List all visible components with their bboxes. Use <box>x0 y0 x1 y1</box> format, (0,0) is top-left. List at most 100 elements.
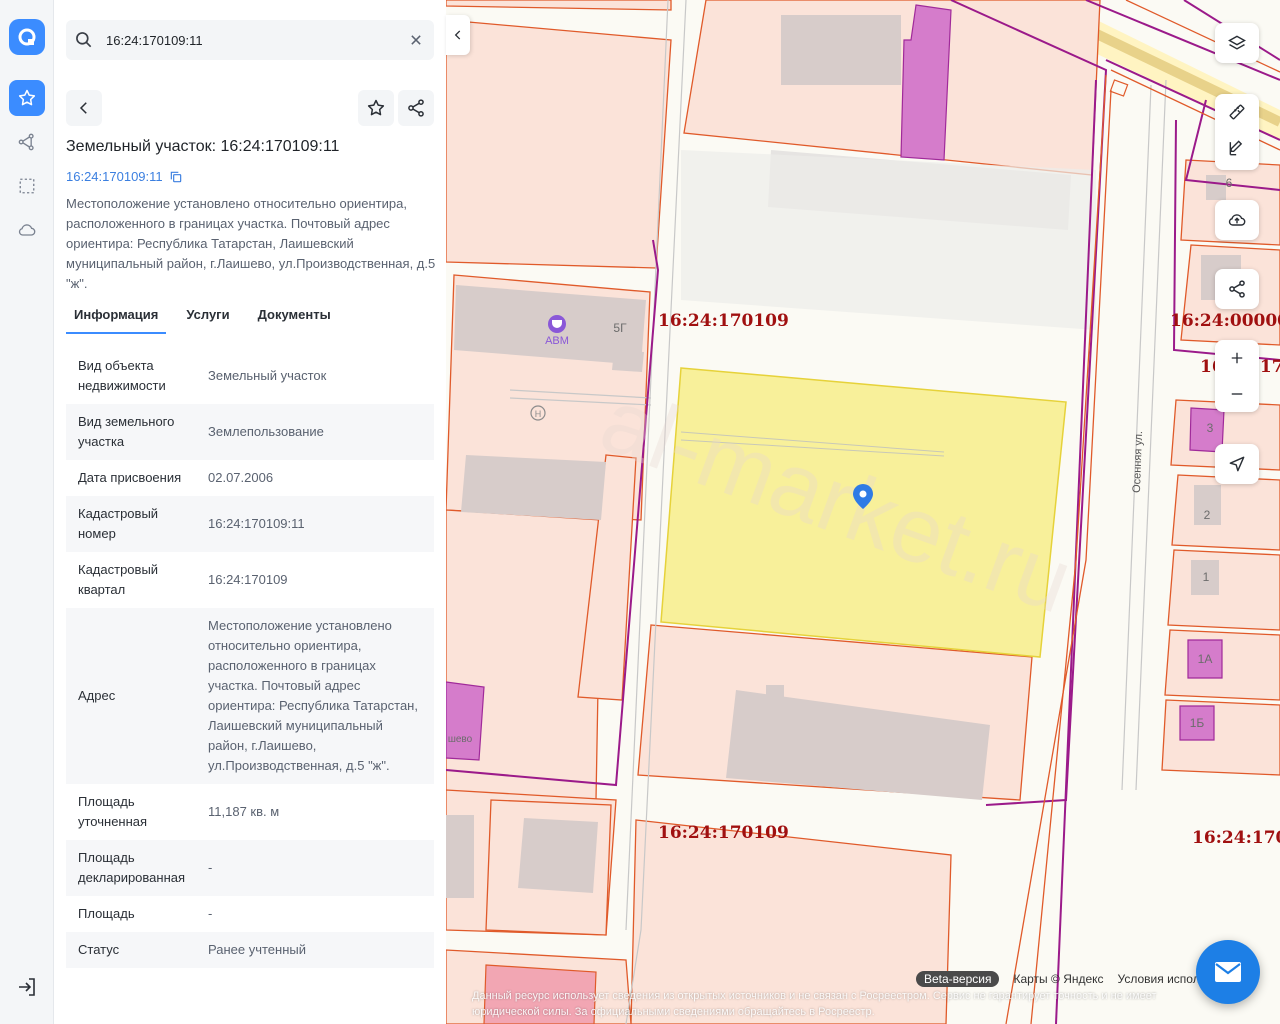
table-row: Статус Ранее учтенный <box>66 932 434 968</box>
row-key: Вид земельного участка <box>78 414 175 449</box>
row-value: 16:24:170109 <box>208 572 288 587</box>
street-label: Осенняя ул. <box>1131 431 1145 493</box>
search-input[interactable] <box>106 32 396 48</box>
map-share-button[interactable] <box>1215 269 1259 309</box>
zoom-group <box>1215 340 1259 412</box>
favorites-icon[interactable] <box>9 80 45 116</box>
route-icon[interactable] <box>9 124 45 160</box>
info-panel: Земельный участок: 16:24:170109:11 16:24… <box>54 0 446 1024</box>
minus-icon <box>1231 393 1243 395</box>
mail-icon <box>1215 962 1241 982</box>
terms-link[interactable]: Условия испол <box>1118 972 1200 986</box>
table-row: Вид объекта недвижимости Земельный участо… <box>66 348 434 404</box>
map-footer: Beta-версия Карты © Яндекс Условия испол <box>916 970 1200 988</box>
row-key: Площадь уточненная <box>78 794 148 829</box>
row-key: Площадь <box>78 906 135 921</box>
map-canvas[interactable]: al-market.ru 16:24:170109 16:24:000000 1… <box>446 0 1280 1024</box>
row-value: Земельный участок <box>208 368 327 383</box>
ruler-icon <box>1229 104 1245 120</box>
row-key: Кадастровый квартал <box>78 562 159 597</box>
building-label: 1Б <box>1190 716 1205 730</box>
tab-documents[interactable]: Документы <box>250 304 339 334</box>
quarter-label: 16:24:170109 <box>658 823 789 843</box>
building-label: шево <box>448 734 473 745</box>
building-label: 1А <box>1198 652 1213 666</box>
chat-button[interactable] <box>1196 940 1260 1004</box>
share-button[interactable] <box>398 90 434 126</box>
building-label: 6 <box>1226 176 1233 190</box>
share-icon <box>408 99 424 117</box>
beta-badge: Beta-версия <box>916 971 1000 987</box>
table-row: Адрес Местоположение установлено относите… <box>66 608 434 784</box>
svg-text:H: H <box>535 409 542 419</box>
cadastral-number-link[interactable]: 16:24:170109:11 <box>66 169 183 184</box>
quarter-label: 16:24:170 <box>1192 828 1280 848</box>
row-value: 11,187 кв. м <box>208 804 280 819</box>
ruler-button[interactable] <box>1215 94 1259 130</box>
building-label: 5Г <box>613 321 627 335</box>
select-area-icon[interactable] <box>9 168 45 204</box>
back-button[interactable] <box>66 90 102 126</box>
table-row: Кадастровый номер 16:24:170109:11 <box>66 496 434 552</box>
row-key: Площадь декларированная <box>78 850 186 885</box>
layers-icon <box>1228 35 1246 50</box>
table-row: Кадастровый квартал 16:24:170109 <box>66 552 434 608</box>
plus-icon <box>1231 352 1243 364</box>
row-key: Вид объекта недвижимости <box>78 358 166 393</box>
row-key: Дата присвоения <box>78 470 182 485</box>
row-value: - <box>208 906 213 921</box>
app-logo[interactable] <box>9 19 45 55</box>
upload-button[interactable] <box>1215 200 1259 240</box>
chevron-left-icon <box>79 102 87 114</box>
table-row: Дата присвоения 02.07.2006 <box>66 460 434 496</box>
favorite-button[interactable] <box>358 90 394 126</box>
tab-info[interactable]: Информация <box>66 304 167 334</box>
copy-icon[interactable] <box>169 170 183 184</box>
search-box <box>66 20 434 60</box>
cloud-upload-icon <box>1228 214 1246 226</box>
poi-label: АВМ <box>545 335 569 347</box>
info-table: Вид объекта недвижимости Земельный участо… <box>66 348 434 968</box>
building-label: 1 <box>1203 570 1210 584</box>
zoom-out-button[interactable] <box>1215 376 1259 412</box>
map-copyright[interactable]: Карты © Яндекс <box>1013 972 1103 986</box>
quarter-label: 16:24:170109 <box>658 311 789 331</box>
cloud-icon[interactable] <box>9 212 45 248</box>
row-value: - <box>208 860 213 875</box>
map-disclaimer: Данный ресурс использует сведения из отк… <box>472 990 1157 1018</box>
layers-button[interactable] <box>1215 23 1259 63</box>
table-row: Площадь уточненная 11,187 кв. м <box>66 784 434 840</box>
cadastral-number-text[interactable]: 16:24:170109:11 <box>66 169 163 184</box>
share-icon <box>1229 280 1245 298</box>
quarter-label: 16:24:000000 <box>1170 311 1280 331</box>
edit-button[interactable] <box>1215 130 1259 166</box>
tool-group <box>1215 94 1259 170</box>
row-value: 02.07.2006 <box>208 470 274 485</box>
map-view[interactable]: al-market.ru 16:24:170109 16:24:000000 1… <box>446 0 1280 1024</box>
row-key: Адрес <box>78 688 116 703</box>
chevron-left-icon <box>454 30 461 40</box>
row-value: Ранее учтенный <box>208 942 306 957</box>
tab-services[interactable]: Услуги <box>178 304 237 334</box>
table-row: Площадь - <box>66 896 434 932</box>
page-title: Земельный участок: 16:24:170109:11 <box>66 138 340 155</box>
tab-bar: Информация Услуги Документы <box>66 304 434 334</box>
row-key: Статус <box>78 942 120 957</box>
row-key: Кадастровый номер <box>78 506 159 541</box>
logout-icon[interactable] <box>15 975 39 999</box>
table-row: Площадь декларированная - <box>66 840 434 896</box>
nav-rail <box>0 0 54 1024</box>
table-row: Вид земельного участка Землепользование <box>66 404 434 460</box>
collapse-panel-button[interactable] <box>446 15 470 55</box>
clear-search-icon[interactable] <box>406 30 426 50</box>
star-icon <box>367 99 385 116</box>
edit-icon <box>1229 140 1243 156</box>
parcel-description: Местоположение установлено относительно … <box>66 196 436 291</box>
search-icon <box>76 32 92 48</box>
row-value: Местоположение установлено относительно … <box>208 618 418 773</box>
geolocate-button[interactable] <box>1215 444 1259 484</box>
row-value: 16:24:170109:11 <box>208 516 305 531</box>
zoom-in-button[interactable] <box>1215 340 1259 376</box>
navigation-arrow-icon <box>1229 456 1245 472</box>
building-label: 3 <box>1207 421 1214 435</box>
